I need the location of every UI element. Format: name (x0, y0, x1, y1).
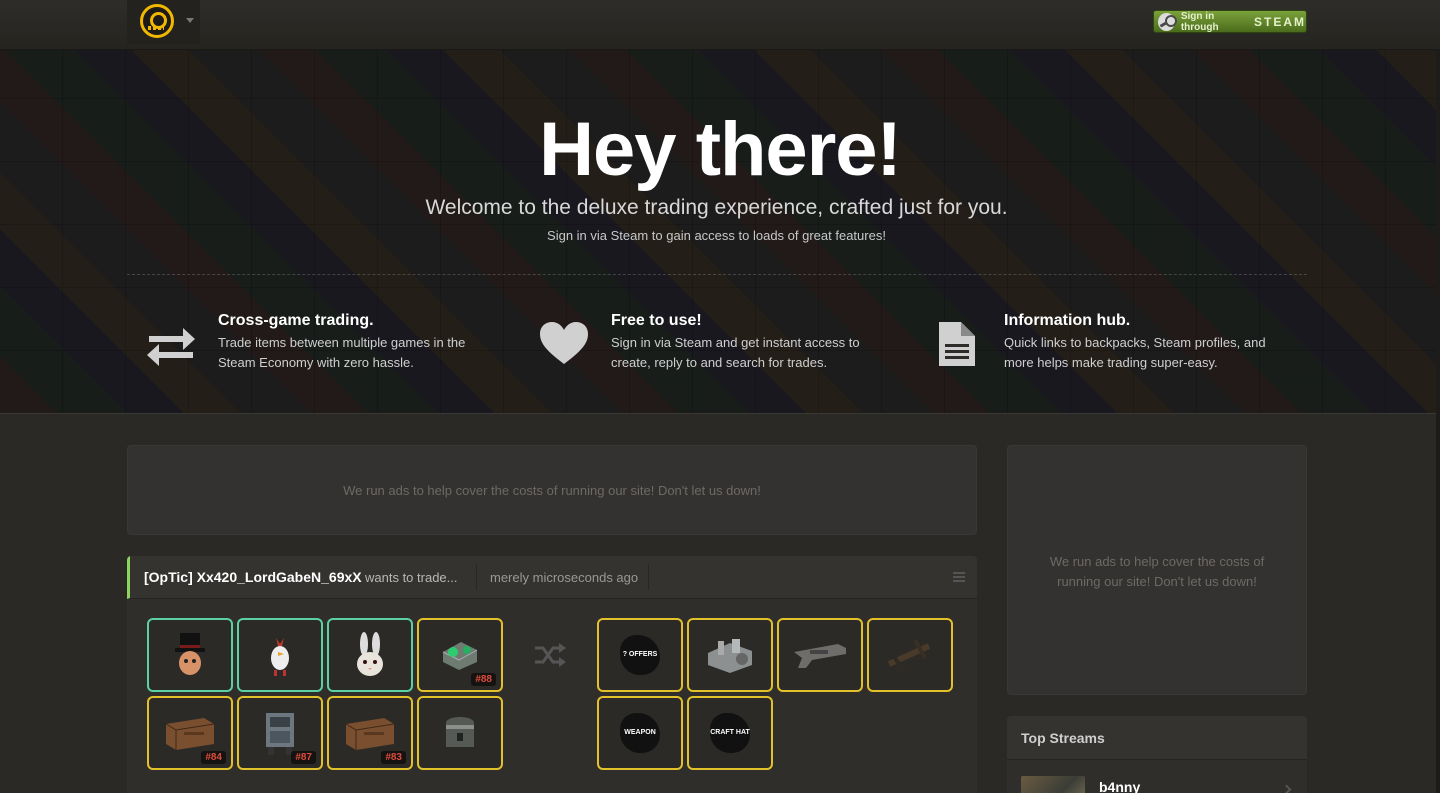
heart-icon (538, 320, 590, 368)
feature-title: Information hub. (1004, 312, 1131, 329)
hero-divider (127, 274, 1307, 275)
feature-title: Cross-game trading. (218, 312, 374, 329)
item-slot[interactable] (237, 618, 323, 692)
item-number-badge: #88 (471, 673, 496, 686)
steam-button-prefix: Sign in through (1180, 10, 1219, 33)
item-number-badge: #87 (291, 751, 316, 764)
feature-information-hub: Information hub. Quick links to backpack… (931, 312, 1266, 382)
logo-menu[interactable] (127, 0, 200, 44)
chicken-hat-item-icon (271, 638, 289, 676)
steam-icon (1158, 12, 1177, 31)
machine-part-item-icon (708, 639, 752, 673)
site-logo-icon[interactable] (140, 4, 174, 38)
trade-header: [OpTic] Xx420_LordGabeN_69xX wants to tr… (127, 556, 977, 599)
top-streams-title: Top Streams (1007, 716, 1307, 760)
exchange-arrows-icon (145, 320, 197, 368)
item-slot[interactable]: #87 (237, 696, 323, 770)
feature-text: Sign in via Steam and get instant access… (611, 335, 860, 370)
rabbit-mask-item-icon (357, 632, 383, 676)
item-slot[interactable]: #84 (147, 696, 233, 770)
item-number-badge: #84 (201, 751, 226, 764)
document-icon (931, 320, 983, 368)
item-number-badge: #83 (381, 751, 406, 764)
weapon-label: WEAPON (620, 713, 660, 753)
feature-free-to-use: Free to use! Sign in via Steam and get i… (538, 312, 860, 382)
feature-cross-game-trading: Cross-game trading. Trade items between … (145, 312, 465, 382)
feature-title: Free to use! (611, 312, 702, 329)
top-navigation-bar: Sign in through STEAM (0, 0, 1440, 50)
divider (648, 564, 649, 590)
top-hat-item-icon (175, 633, 205, 675)
top-streams-panel: Top Streams b4nny (1007, 716, 1307, 793)
crossbow-item-icon (887, 639, 931, 672)
gun-item-icon (794, 644, 846, 668)
ad-message: We run ads to help cover the costs of ru… (1049, 554, 1265, 589)
robot-part-item-icon (442, 642, 478, 670)
feature-text: Quick links to backpacks, Steam profiles… (1004, 335, 1266, 370)
item-slot[interactable]: #83 (327, 696, 413, 770)
crate-item-icon (345, 718, 395, 750)
stream-thumbnail[interactable] (1021, 776, 1085, 793)
trade-timestamp: merely microseconds ago (490, 570, 639, 585)
ad-placeholder-main: We run ads to help cover the costs of ru… (127, 445, 977, 535)
scrollbar-track[interactable] (1436, 0, 1440, 793)
item-slot[interactable] (777, 618, 863, 692)
hamburger-menu-icon[interactable] (953, 572, 965, 582)
item-slot[interactable]: WEAPON (597, 696, 683, 770)
hero-subtitle-secondary: Sign in via Steam to gain access to load… (547, 228, 886, 243)
chevron-down-icon[interactable] (186, 18, 194, 23)
sign-in-through-steam-button[interactable]: Sign in through STEAM (1153, 10, 1307, 33)
item-slot[interactable] (867, 618, 953, 692)
chevron-right-icon[interactable] (1281, 784, 1292, 793)
stream-name-link[interactable]: b4nny (1099, 779, 1140, 793)
item-slot[interactable]: #88 (417, 618, 503, 692)
item-slot[interactable]: ? OFFERS (597, 618, 683, 692)
offers-label: ? OFFERS (620, 635, 660, 675)
item-slot[interactable]: CRAFT HAT (687, 696, 773, 770)
item-slot[interactable] (147, 618, 233, 692)
craft-hat-label: CRAFT HAT (710, 713, 750, 753)
hero-banner: Hey there! Welcome to the deluxe trading… (0, 50, 1440, 414)
hero-title: Hey there! (539, 107, 902, 192)
item-slot[interactable] (687, 618, 773, 692)
hero-subtitle: Welcome to the deluxe trading experience… (425, 196, 1008, 219)
robo-crate-item-icon (266, 713, 294, 755)
item-slot[interactable] (327, 618, 413, 692)
steam-button-word: STEAM (1254, 14, 1306, 29)
shuffle-icon (535, 642, 567, 668)
locked-crate-item-icon (446, 717, 474, 747)
trade-wants-text: wants to trade... (365, 570, 458, 585)
ad-placeholder-sidebar: We run ads to help cover the costs of ru… (1007, 445, 1307, 695)
ad-message: We run ads to help cover the costs of ru… (343, 482, 761, 498)
trader-name-link[interactable]: [OpTic] Xx420_LordGabeN_69xX (144, 569, 362, 585)
crate-item-icon (165, 718, 215, 750)
feature-text: Trade items between multiple games in th… (218, 335, 466, 370)
item-slot[interactable] (417, 696, 503, 770)
divider (476, 564, 477, 590)
